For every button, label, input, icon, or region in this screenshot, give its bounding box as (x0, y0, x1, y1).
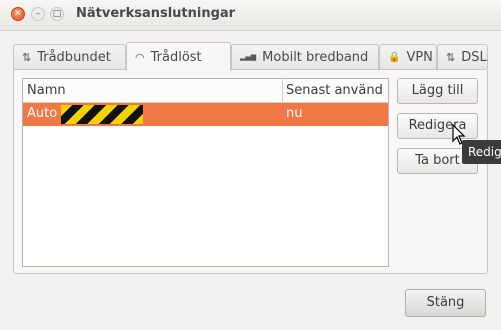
window-maximize-button[interactable]: □ (50, 7, 64, 21)
window-title: Nätverksanslutningar (76, 6, 236, 21)
tab-label: DSL (461, 49, 487, 65)
add-button[interactable]: Lägg till (397, 78, 478, 104)
signal-bars-icon: ▂▄▆ (240, 53, 257, 61)
tab-vpn[interactable]: 🔒 VPN (379, 44, 437, 69)
column-header-last-used[interactable]: Senast använd (286, 83, 383, 98)
tab-mobile-broadband[interactable]: ▂▄▆ Mobilt bredband (231, 44, 379, 69)
close-button[interactable]: Stäng (405, 289, 486, 317)
lock-icon: 🔒 (388, 51, 401, 63)
column-header-name[interactable]: Namn (27, 83, 66, 98)
tab-label: Trådbundet (37, 49, 111, 65)
wifi-icon: ◠ (135, 50, 145, 64)
tab-wireless[interactable]: ◠ Trådlöst (126, 42, 231, 71)
tab-label: Trådlöst (150, 49, 202, 65)
window-minimize-button[interactable]: – (31, 7, 45, 21)
tooltip: Redigera (462, 140, 501, 164)
title-bar: ✕ – □ Nätverksanslutningar (0, 0, 501, 31)
list-header: Namn Senast använd (23, 79, 388, 103)
connection-name: Auto (27, 106, 58, 121)
dsl-arrows-icon: ⇅ (446, 50, 456, 64)
table-row[interactable]: Auto nu (23, 103, 388, 126)
redacted-name-block (61, 105, 143, 124)
tab-dsl[interactable]: ⇅ DSL (437, 44, 488, 69)
connection-list[interactable]: Namn Senast använd Auto nu (22, 78, 389, 267)
tab-label: Mobilt bredband (262, 49, 369, 65)
tab-label: VPN (406, 49, 433, 65)
tab-wired[interactable]: ⇅ Trådbundet (13, 44, 126, 69)
window-close-button[interactable]: ✕ (11, 7, 25, 21)
wired-arrows-icon: ⇅ (22, 50, 32, 64)
column-separator (282, 79, 283, 102)
connection-last-used: nu (286, 106, 303, 121)
